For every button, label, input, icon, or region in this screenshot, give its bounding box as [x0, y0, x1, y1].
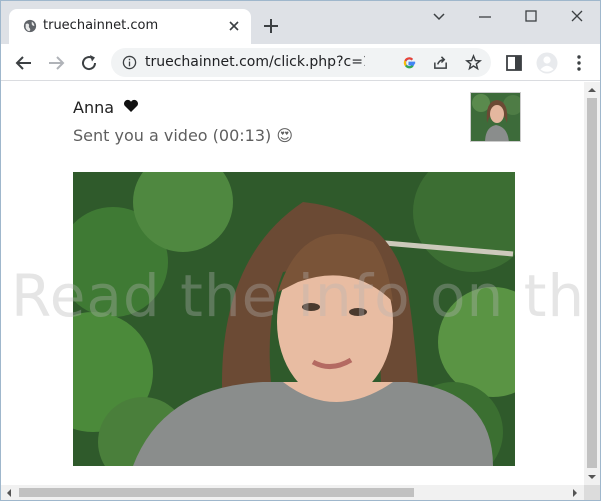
watermark-text: Read the info on the screen: [11, 262, 584, 330]
tab-active[interactable]: truechainnet.com: [9, 9, 251, 44]
scroll-left-icon[interactable]: [4, 488, 14, 498]
info-icon[interactable]: [122, 55, 137, 70]
vertical-scrollbar[interactable]: [584, 82, 600, 485]
sender-name: Anna: [73, 98, 115, 117]
maximize-icon[interactable]: [519, 7, 543, 27]
horizontal-scrollbar[interactable]: [1, 485, 584, 500]
notification-sender: Anna: [73, 98, 139, 117]
tab-strip: truechainnet.com: [1, 1, 600, 44]
scroll-up-icon[interactable]: [587, 85, 597, 95]
globe-icon: [23, 19, 37, 33]
scrollbar-corner: [584, 485, 600, 500]
star-icon[interactable]: [465, 54, 482, 71]
url-text[interactable]: truechainnet.com/click.php?c=114: [145, 54, 365, 70]
browser-toolbar: truechainnet.com/click.php?c=114: [1, 44, 600, 81]
browser-window: truechainnet.com truechainnet.com/click.…: [0, 0, 601, 501]
heart-icon: [124, 99, 139, 112]
profile-icon[interactable]: [536, 52, 558, 74]
scroll-down-icon[interactable]: [587, 472, 597, 482]
scroll-right-icon[interactable]: [570, 488, 580, 498]
page-content: Anna Sent you a video (00:13) 😍 Read the…: [1, 82, 584, 485]
back-icon[interactable]: [14, 53, 34, 73]
menu-icon[interactable]: [569, 53, 589, 73]
minimize-icon[interactable]: [473, 7, 497, 27]
sidepanel-icon[interactable]: [504, 53, 524, 73]
tab-title: truechainnet.com: [43, 18, 159, 33]
close-icon[interactable]: [227, 19, 241, 33]
google-icon[interactable]: [401, 54, 418, 71]
horizontal-scroll-thumb[interactable]: [19, 488, 414, 497]
chevron-down-icon[interactable]: [427, 7, 451, 27]
notification-message: Sent you a video (00:13) 😍: [73, 126, 294, 145]
vertical-scroll-thumb[interactable]: [587, 98, 597, 468]
share-icon[interactable]: [432, 54, 449, 71]
window-close-icon[interactable]: [565, 7, 589, 27]
forward-icon[interactable]: [46, 53, 66, 73]
plus-icon[interactable]: [263, 18, 279, 34]
sender-avatar[interactable]: [470, 92, 521, 142]
address-bar[interactable]: truechainnet.com/click.php?c=114: [111, 48, 491, 77]
reload-icon[interactable]: [79, 53, 99, 73]
